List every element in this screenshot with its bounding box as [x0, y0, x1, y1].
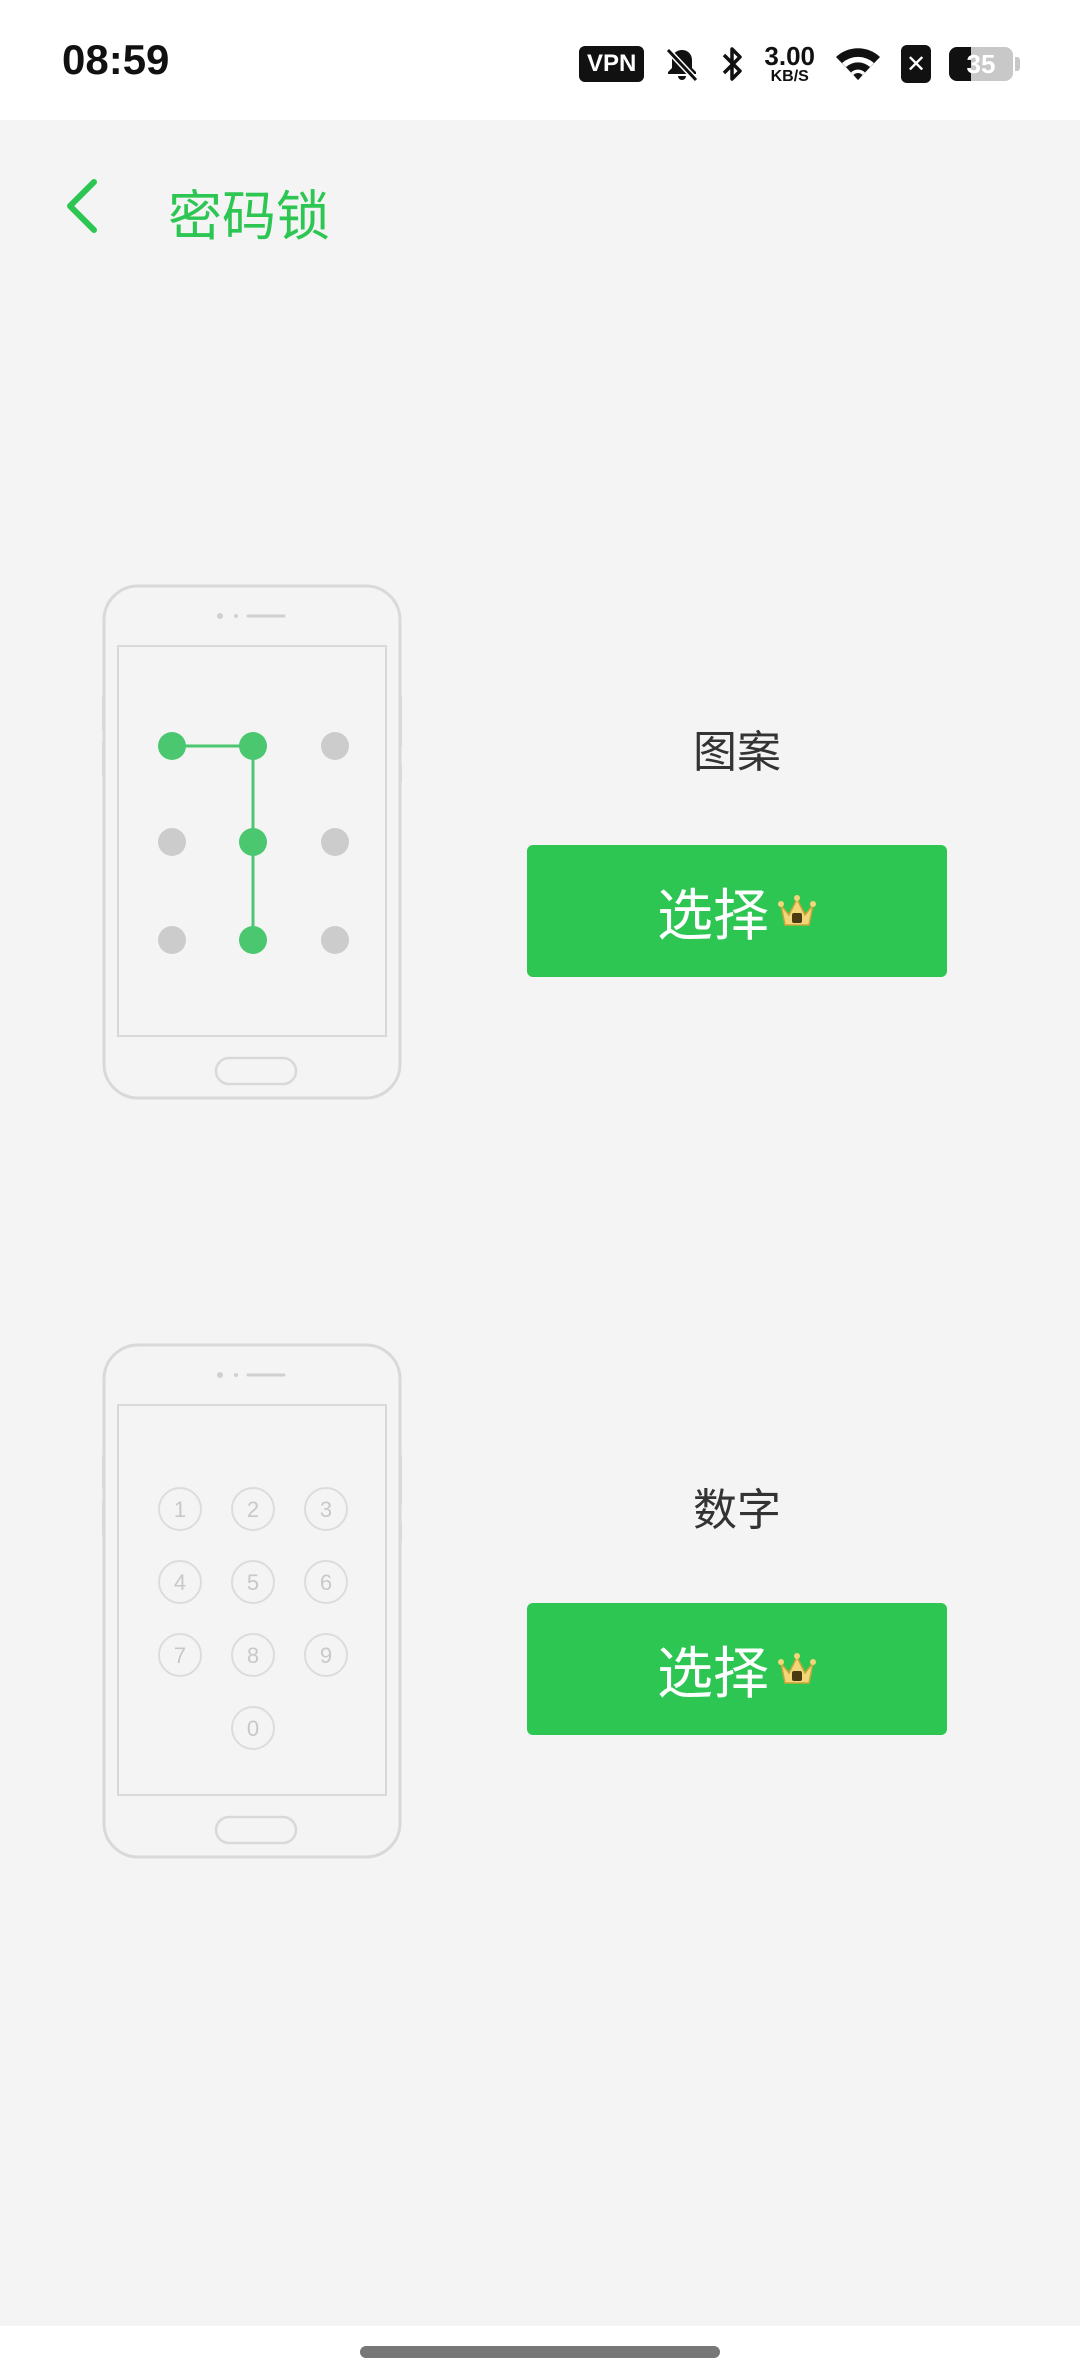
pattern-option-label: 图案	[693, 727, 781, 778]
page-title: 密码锁	[168, 185, 330, 248]
keypad-key-label: 1	[174, 1497, 186, 1522]
bluetooth-icon	[723, 47, 743, 81]
keypad-key-label: 9	[320, 1643, 332, 1668]
crown-vip-icon	[778, 1653, 816, 1684]
keypad-key-label: 4	[174, 1570, 186, 1595]
bell-muted-icon	[666, 47, 699, 83]
back-button[interactable]	[52, 166, 112, 246]
no-sim-icon: ✕	[901, 45, 931, 83]
vpn-icon: VPN	[579, 46, 645, 82]
network-speed: 3.00 KB/S	[764, 41, 815, 85]
battery-level: 35	[966, 48, 996, 79]
keypad-key-label: 8	[247, 1643, 259, 1668]
digits-option-label: 数字	[693, 1485, 781, 1536]
keypad-key-label: 0	[247, 1716, 259, 1741]
status-bar: 08:59 VPN 3.00 KB/S ✕ 35	[0, 0, 1080, 120]
keypad-key-label: 2	[247, 1497, 259, 1522]
select-pattern-button[interactable]: 选择	[527, 845, 947, 977]
keypad-key-label: 6	[320, 1570, 332, 1595]
chevron-left-icon	[67, 179, 97, 233]
keypad: 1 2 3 4 5 6 7 8 9 0	[158, 1487, 348, 1750]
battery-icon: 35	[949, 47, 1013, 81]
select-button-label: 选择	[657, 1641, 769, 1707]
pin-lock-illustration: 1 2 3 4 5 6 7 8 9 0	[102, 1343, 402, 1859]
status-icons: VPN 3.00 KB/S ✕ 35	[579, 40, 1020, 88]
keypad-key-label: 7	[174, 1643, 186, 1668]
navigation-bar	[0, 2326, 1080, 2376]
keypad-key-label: 3	[320, 1497, 332, 1522]
wifi-icon	[836, 48, 880, 80]
keypad-key-label: 5	[247, 1570, 259, 1595]
crown-vip-icon	[778, 895, 816, 926]
home-gesture-handle[interactable]	[360, 2346, 720, 2358]
status-time: 08:59	[62, 36, 170, 83]
pattern-lock-illustration	[102, 584, 402, 1100]
battery-tip	[1015, 57, 1020, 71]
select-button-label: 选择	[657, 883, 769, 949]
select-digits-button[interactable]: 选择	[527, 1603, 947, 1735]
